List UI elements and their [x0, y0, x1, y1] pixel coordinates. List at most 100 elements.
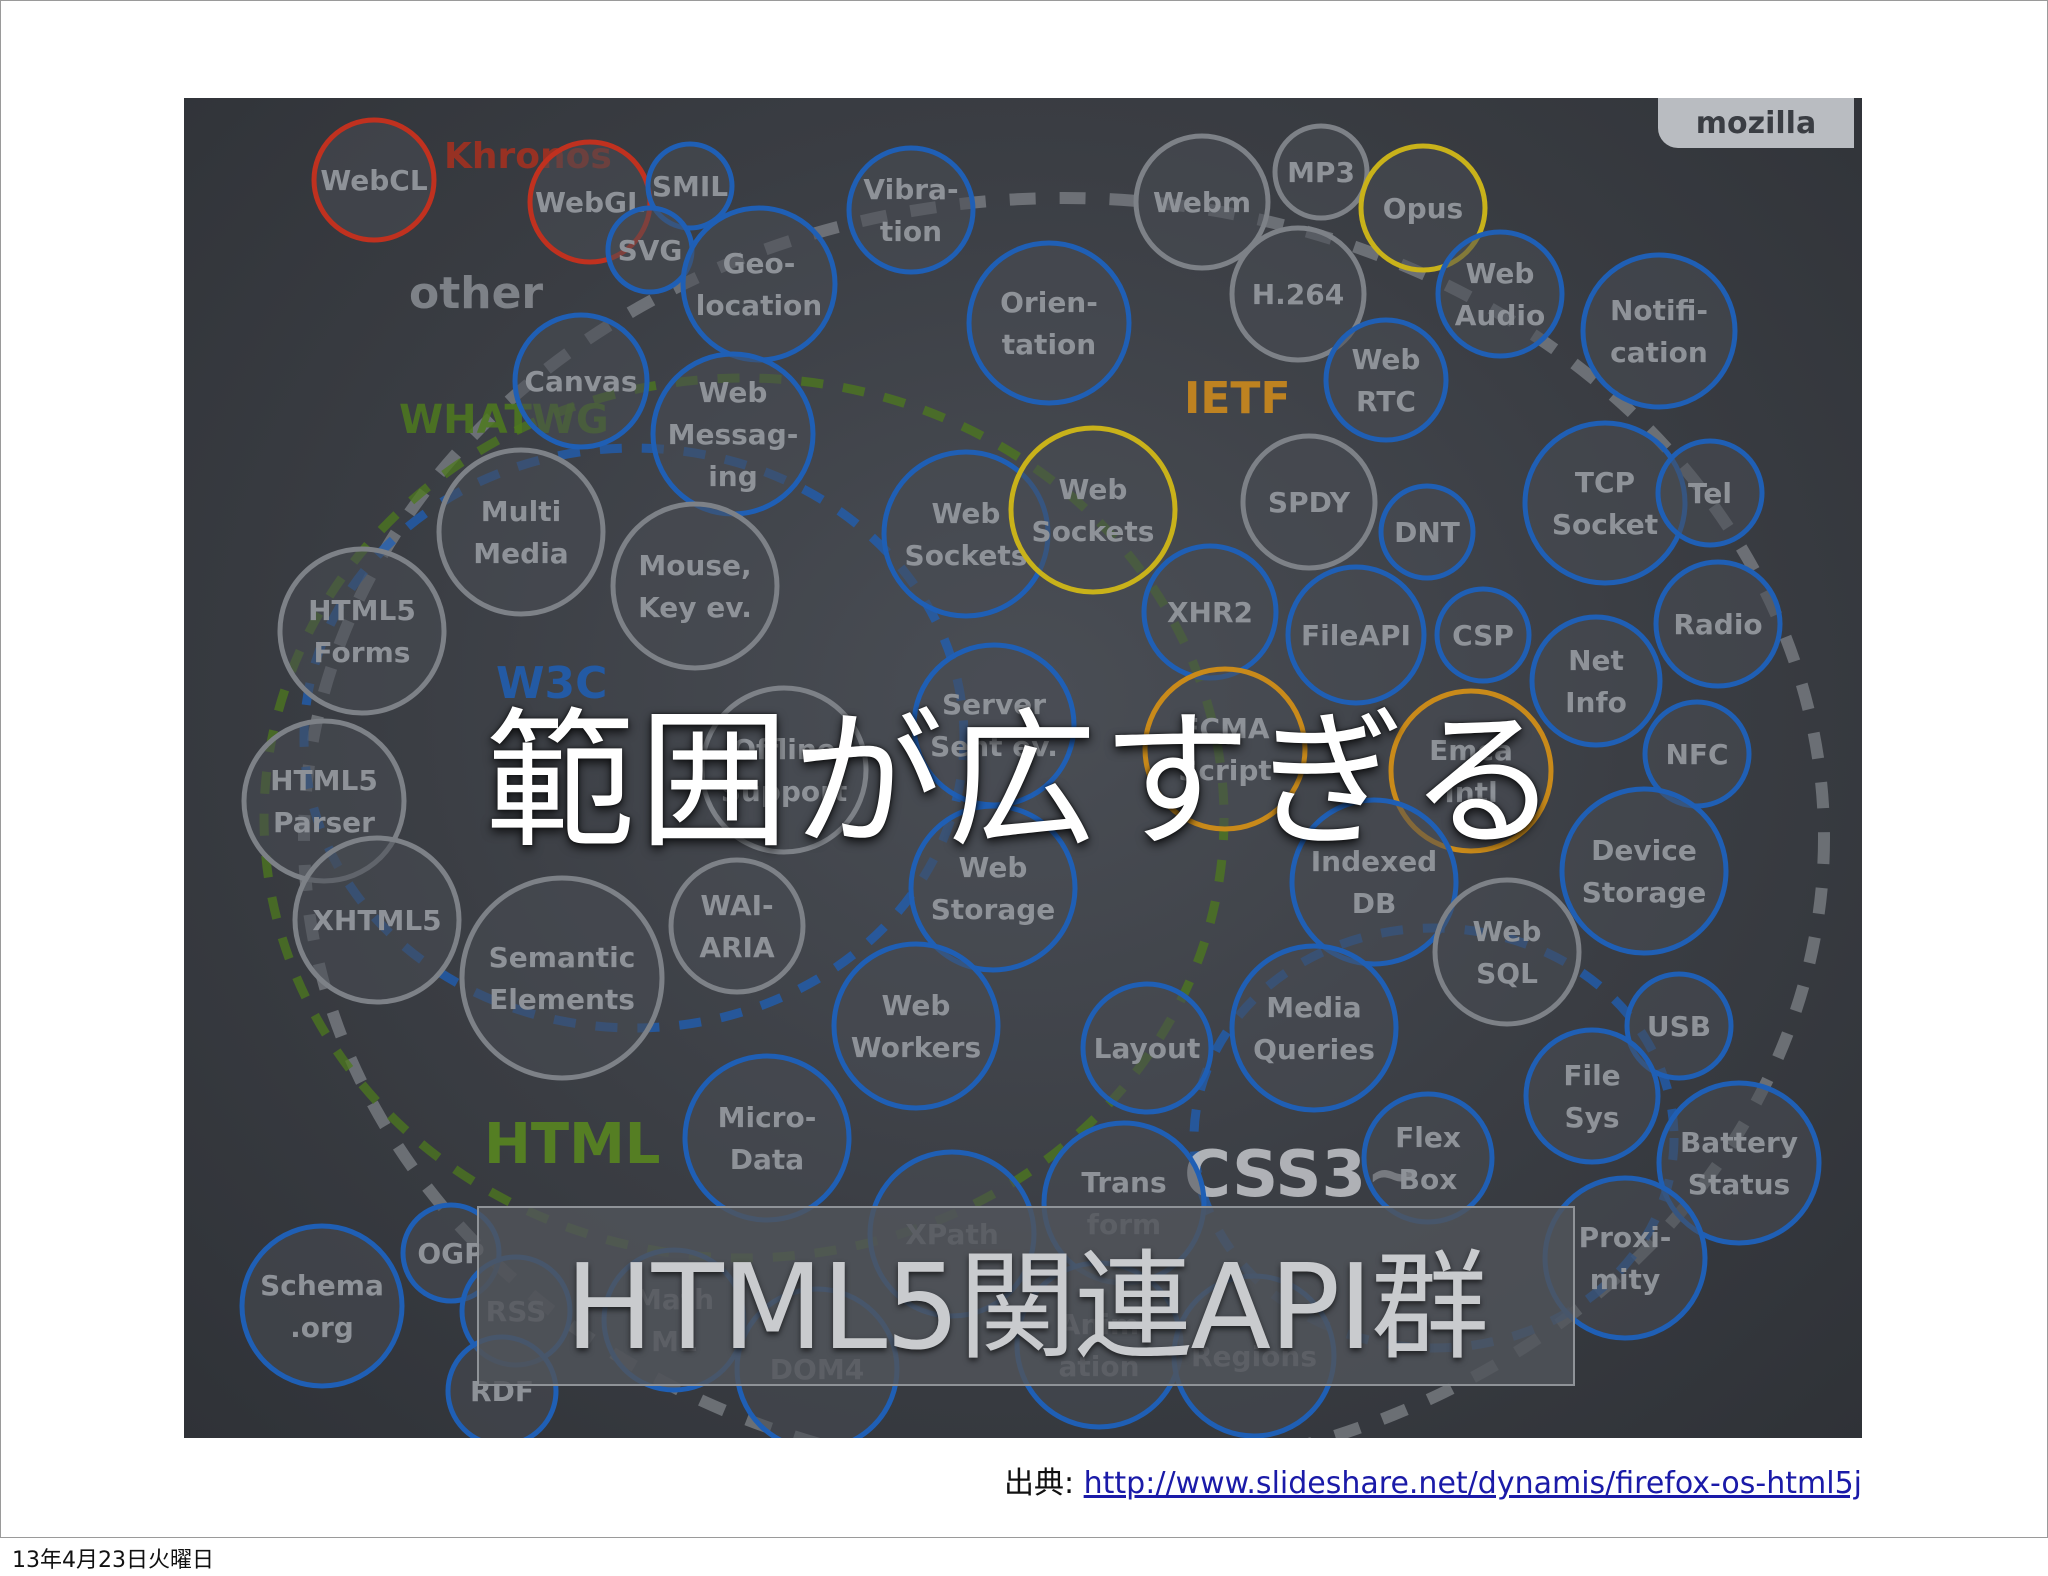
bubble-circle	[682, 1053, 852, 1223]
bubble-spdy: SPDY	[1240, 433, 1378, 571]
bubble-micro-data: Micro- Data	[682, 1053, 852, 1223]
bubble-multi-media: Multi Media	[436, 447, 606, 617]
bubble-label: Media	[473, 537, 568, 570]
bubble-label: .org	[290, 1311, 354, 1344]
bubble-label: Workers	[851, 1031, 981, 1064]
bubble-circle	[1323, 317, 1449, 443]
bubble-label: Data	[730, 1143, 804, 1176]
bubble-orien-tation: Orien-tation	[966, 240, 1132, 406]
bubble-vibra-tion: Vibra-tion	[846, 145, 976, 275]
bubble-circle	[459, 875, 665, 1081]
bubble-label: TCP	[1575, 466, 1635, 499]
date-stamp: 13年4月23日火曜日	[12, 1548, 214, 1573]
source-link[interactable]: http://www.slideshare.net/dynamis/firefo…	[1084, 1466, 1862, 1501]
bubble-circle	[1580, 252, 1738, 410]
bubble-label: HTML5	[308, 594, 416, 627]
bubble-label: Key ev.	[638, 591, 752, 624]
source-credit: 出典: http://www.slideshare.net/dynamis/fi…	[1004, 1458, 1862, 1502]
bubble-label: ing	[708, 460, 758, 493]
bubble-label: tion	[880, 215, 942, 248]
bubble-label: Audio	[1455, 299, 1545, 332]
bubble-label: Notifi-	[1610, 294, 1708, 327]
bubble-label: MP3	[1287, 156, 1355, 189]
bubble-web-sql: Web SQL	[1432, 877, 1582, 1027]
bubble-label: DNT	[1394, 516, 1460, 549]
group-label-ietf: IETF	[1184, 373, 1291, 424]
bubble-label: Sys	[1564, 1101, 1619, 1134]
bubble-label: Socket	[1552, 508, 1658, 541]
bubble-label: Web	[1059, 473, 1128, 506]
bubble-label: Box	[1399, 1163, 1458, 1196]
bubble-label: Web	[699, 376, 768, 409]
bubble-circle	[436, 447, 606, 617]
bubble-label: Orien-	[1000, 286, 1098, 319]
bubble-circle	[1229, 943, 1399, 1113]
bubble-label: Web	[932, 497, 1001, 530]
bubble-label: Semantic	[489, 941, 636, 974]
bubble-label: XHTML5	[312, 904, 441, 937]
bubble-label: tation	[1002, 328, 1096, 361]
bubble-label: Trans	[1081, 1166, 1166, 1199]
bubble-label: mity	[1590, 1263, 1660, 1296]
bubble-label: Radio	[1673, 608, 1762, 641]
bubble-label: SPDY	[1268, 486, 1351, 519]
bubble-flex-box: Flex Box	[1361, 1091, 1495, 1225]
bubble-svg: SVG	[605, 205, 695, 295]
bubble-label: H.264	[1252, 278, 1345, 311]
bubble-web-workers: Web Workers	[831, 941, 1001, 1111]
bubble-label: Geo-	[723, 247, 796, 280]
bubble-label: Layout	[1094, 1032, 1201, 1065]
bubble-xhr2: XHR2	[1141, 543, 1279, 681]
bubble-label: Web	[1473, 915, 1542, 948]
bubble-label: USB	[1647, 1010, 1711, 1043]
bubble-label: XHR2	[1167, 596, 1253, 629]
bubble-dnt: DNT	[1378, 483, 1476, 581]
bubble-label: File	[1563, 1059, 1620, 1092]
bubble-label: cation	[1610, 336, 1708, 369]
bubble-label: Web	[882, 989, 951, 1022]
source-prefix: 出典:	[1003, 1466, 1084, 1501]
bubble-label: Multi	[481, 495, 561, 528]
bubble-web-sockets: Web Sockets	[1008, 425, 1178, 595]
bubble-tel: Tel	[1655, 438, 1765, 548]
bubble-mouse-key-ev-: Mouse, Key ev.	[610, 501, 780, 671]
bubble-circle	[831, 941, 1001, 1111]
bubble-label: Media	[1266, 991, 1361, 1024]
bubble-label: DB	[1352, 887, 1397, 920]
bubble-label: RTC	[1356, 385, 1416, 418]
bubble-circle	[846, 145, 976, 275]
caption-text: HTML5関連API群	[564, 1237, 1489, 1376]
bubble-label: SQL	[1476, 957, 1538, 990]
bubble-notifi-cation: Notifi-cation	[1580, 252, 1738, 410]
bubble-label: Storage	[931, 893, 1056, 926]
bubble-label: Opus	[1383, 192, 1463, 225]
bubble-label: location	[696, 289, 822, 322]
bubble-label: ARIA	[699, 931, 775, 964]
bubble-label: Messag-	[668, 418, 799, 451]
bubble-label: SVG	[618, 234, 683, 267]
bubble-circle	[1361, 1091, 1495, 1225]
bubble-semantic-elements: Semantic Elements	[459, 875, 665, 1081]
caption-box: HTML5関連API群	[477, 1206, 1575, 1386]
bubble-web-audio: Web Audio	[1435, 229, 1565, 359]
bubble-label: Queries	[1253, 1033, 1375, 1066]
bubble-geo-location: Geo-location	[680, 205, 838, 363]
mozilla-logo: mozilla	[1658, 98, 1854, 148]
bubble-circle	[680, 205, 838, 363]
bubble-label: Flex	[1395, 1121, 1461, 1154]
bubble-label: WAI-	[700, 889, 773, 922]
bubble-circle	[1523, 1027, 1661, 1165]
bubble-media-queries: Media Queries	[1229, 943, 1399, 1113]
bubble-label: Sockets	[905, 539, 1028, 572]
bubble-circle	[610, 501, 780, 671]
bubble-web-rtc: Web RTC	[1323, 317, 1449, 443]
bubble-label: Battery	[1680, 1126, 1798, 1159]
bubble-canvas: Canvas	[512, 312, 650, 450]
bubble-label: Web	[1352, 343, 1421, 376]
bubble-label: Storage	[1582, 876, 1707, 909]
bubble-layout: Layout	[1080, 981, 1214, 1115]
slide-headline: 範囲が広すぎる	[484, 695, 1563, 869]
bubble-label: SMIL	[652, 170, 728, 203]
bubble-circle	[1008, 425, 1178, 595]
bubble-label: Sockets	[1032, 515, 1155, 548]
